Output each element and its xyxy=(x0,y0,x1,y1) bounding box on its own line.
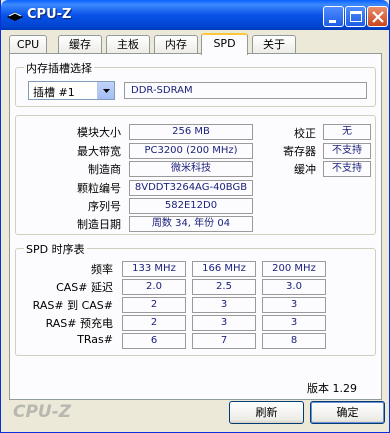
tab-spd[interactable]: SPD xyxy=(201,33,248,55)
timing-row-label: CAS# 延迟 xyxy=(56,281,113,294)
serial-number-label: 序列号 xyxy=(88,200,121,213)
slot-select[interactable]: 插槽 #1 xyxy=(28,81,115,100)
timing-row-label: RAS# 预充电 xyxy=(45,317,113,330)
minimize-button[interactable] xyxy=(323,6,344,27)
slot-selection-group: 内存插槽选择 插槽 #1 DDR-SDRAM xyxy=(15,60,376,107)
tab-cache[interactable]: 缓存 xyxy=(58,35,102,54)
timing-cell: 3 xyxy=(192,315,256,331)
timing-cell: 2 xyxy=(122,315,186,331)
cpuz-app-icon xyxy=(7,12,23,21)
timing-cell: 3 xyxy=(262,315,326,331)
manufacturer-label: 制造商 xyxy=(88,163,121,176)
timing-row-label: RAS# 到 CAS# xyxy=(32,299,113,312)
module-size-label: 模块大小 xyxy=(77,126,121,139)
timing-cell: 8 xyxy=(262,333,326,349)
module-size-value: 256 MB xyxy=(129,124,253,140)
timing-row-label: 频率 xyxy=(91,263,113,276)
timing-cell: 2.5 xyxy=(192,279,256,295)
timing-row-label: TRas# xyxy=(77,333,113,346)
tab-about[interactable]: 关于 xyxy=(252,35,296,54)
cpuz-window: CPU-Z CPU 缓存 主板 内存 SPD 关于 内存插槽选择 插槽 #1 D… xyxy=(0,0,390,433)
registered-value: 不支持 xyxy=(323,143,371,159)
timing-cell: 3.0 xyxy=(262,279,326,295)
memory-type-field: DDR-SDRAM xyxy=(124,82,367,99)
close-button[interactable] xyxy=(367,6,388,27)
registered-label: 寄存器 xyxy=(283,145,316,158)
timing-cell: 3 xyxy=(192,297,256,313)
title-bar[interactable]: CPU-Z xyxy=(1,0,389,30)
timing-cell: 200 MHz xyxy=(262,261,326,277)
module-info-group: 模块大小 256 MB 最大带宽 PC3200 (200 MHz) 制造商 微米… xyxy=(15,115,376,235)
buffered-value: 不支持 xyxy=(323,161,371,177)
serial-number-value: 582E12D0 xyxy=(129,198,253,214)
cpuz-brand-logo: CPU-Z xyxy=(13,402,72,422)
timing-cell: 133 MHz xyxy=(122,261,186,277)
tab-memory[interactable]: 内存 xyxy=(154,35,198,54)
timing-cell: 6 xyxy=(122,333,186,349)
timing-cell: 166 MHz xyxy=(192,261,256,277)
ok-button[interactable]: 确定 xyxy=(310,401,385,424)
maximize-button[interactable] xyxy=(345,6,366,27)
max-bandwidth-label: 最大带宽 xyxy=(77,145,121,158)
spd-timing-group: SPD 时序表 频率 133 MHz 166 MHz 200 MHz CAS# … xyxy=(15,241,376,356)
refresh-button[interactable]: 刷新 xyxy=(229,401,304,424)
part-number-value: 8VDDT3264AG-40BGB xyxy=(129,180,253,196)
maximize-icon xyxy=(350,11,362,22)
window-title: CPU-Z xyxy=(27,7,72,22)
timing-cell: 7 xyxy=(192,333,256,349)
manufacturer-value: 微米科技 xyxy=(129,161,253,177)
minimize-icon xyxy=(329,20,336,23)
chevron-down-icon[interactable] xyxy=(97,82,114,99)
tab-mainboard[interactable]: 主板 xyxy=(106,35,150,54)
slot-select-value: 插槽 #1 xyxy=(33,86,75,99)
slot-selection-title: 内存插槽选择 xyxy=(24,60,94,76)
tab-cpu[interactable]: CPU xyxy=(9,35,47,54)
spd-timing-title: SPD 时序表 xyxy=(24,241,87,257)
max-bandwidth-value: PC3200 (200 MHz) xyxy=(129,143,253,159)
close-icon xyxy=(372,11,384,23)
timing-cell: 3 xyxy=(262,297,326,313)
part-number-label: 颗粒编号 xyxy=(77,182,121,195)
ecc-value: 无 xyxy=(323,124,371,140)
version-label: 版本 1.29 xyxy=(307,382,357,395)
timing-cell: 2 xyxy=(122,297,186,313)
manufacture-date-label: 制造日期 xyxy=(77,218,121,231)
buffered-label: 缓冲 xyxy=(294,163,316,176)
spd-panel: 内存插槽选择 插槽 #1 DDR-SDRAM 模块大小 256 MB 最大带宽 … xyxy=(9,53,382,400)
manufacture-date-value: 周数 34, 年份 04 xyxy=(129,216,253,232)
timing-cell: 2.0 xyxy=(122,279,186,295)
ecc-label: 校正 xyxy=(294,127,316,140)
